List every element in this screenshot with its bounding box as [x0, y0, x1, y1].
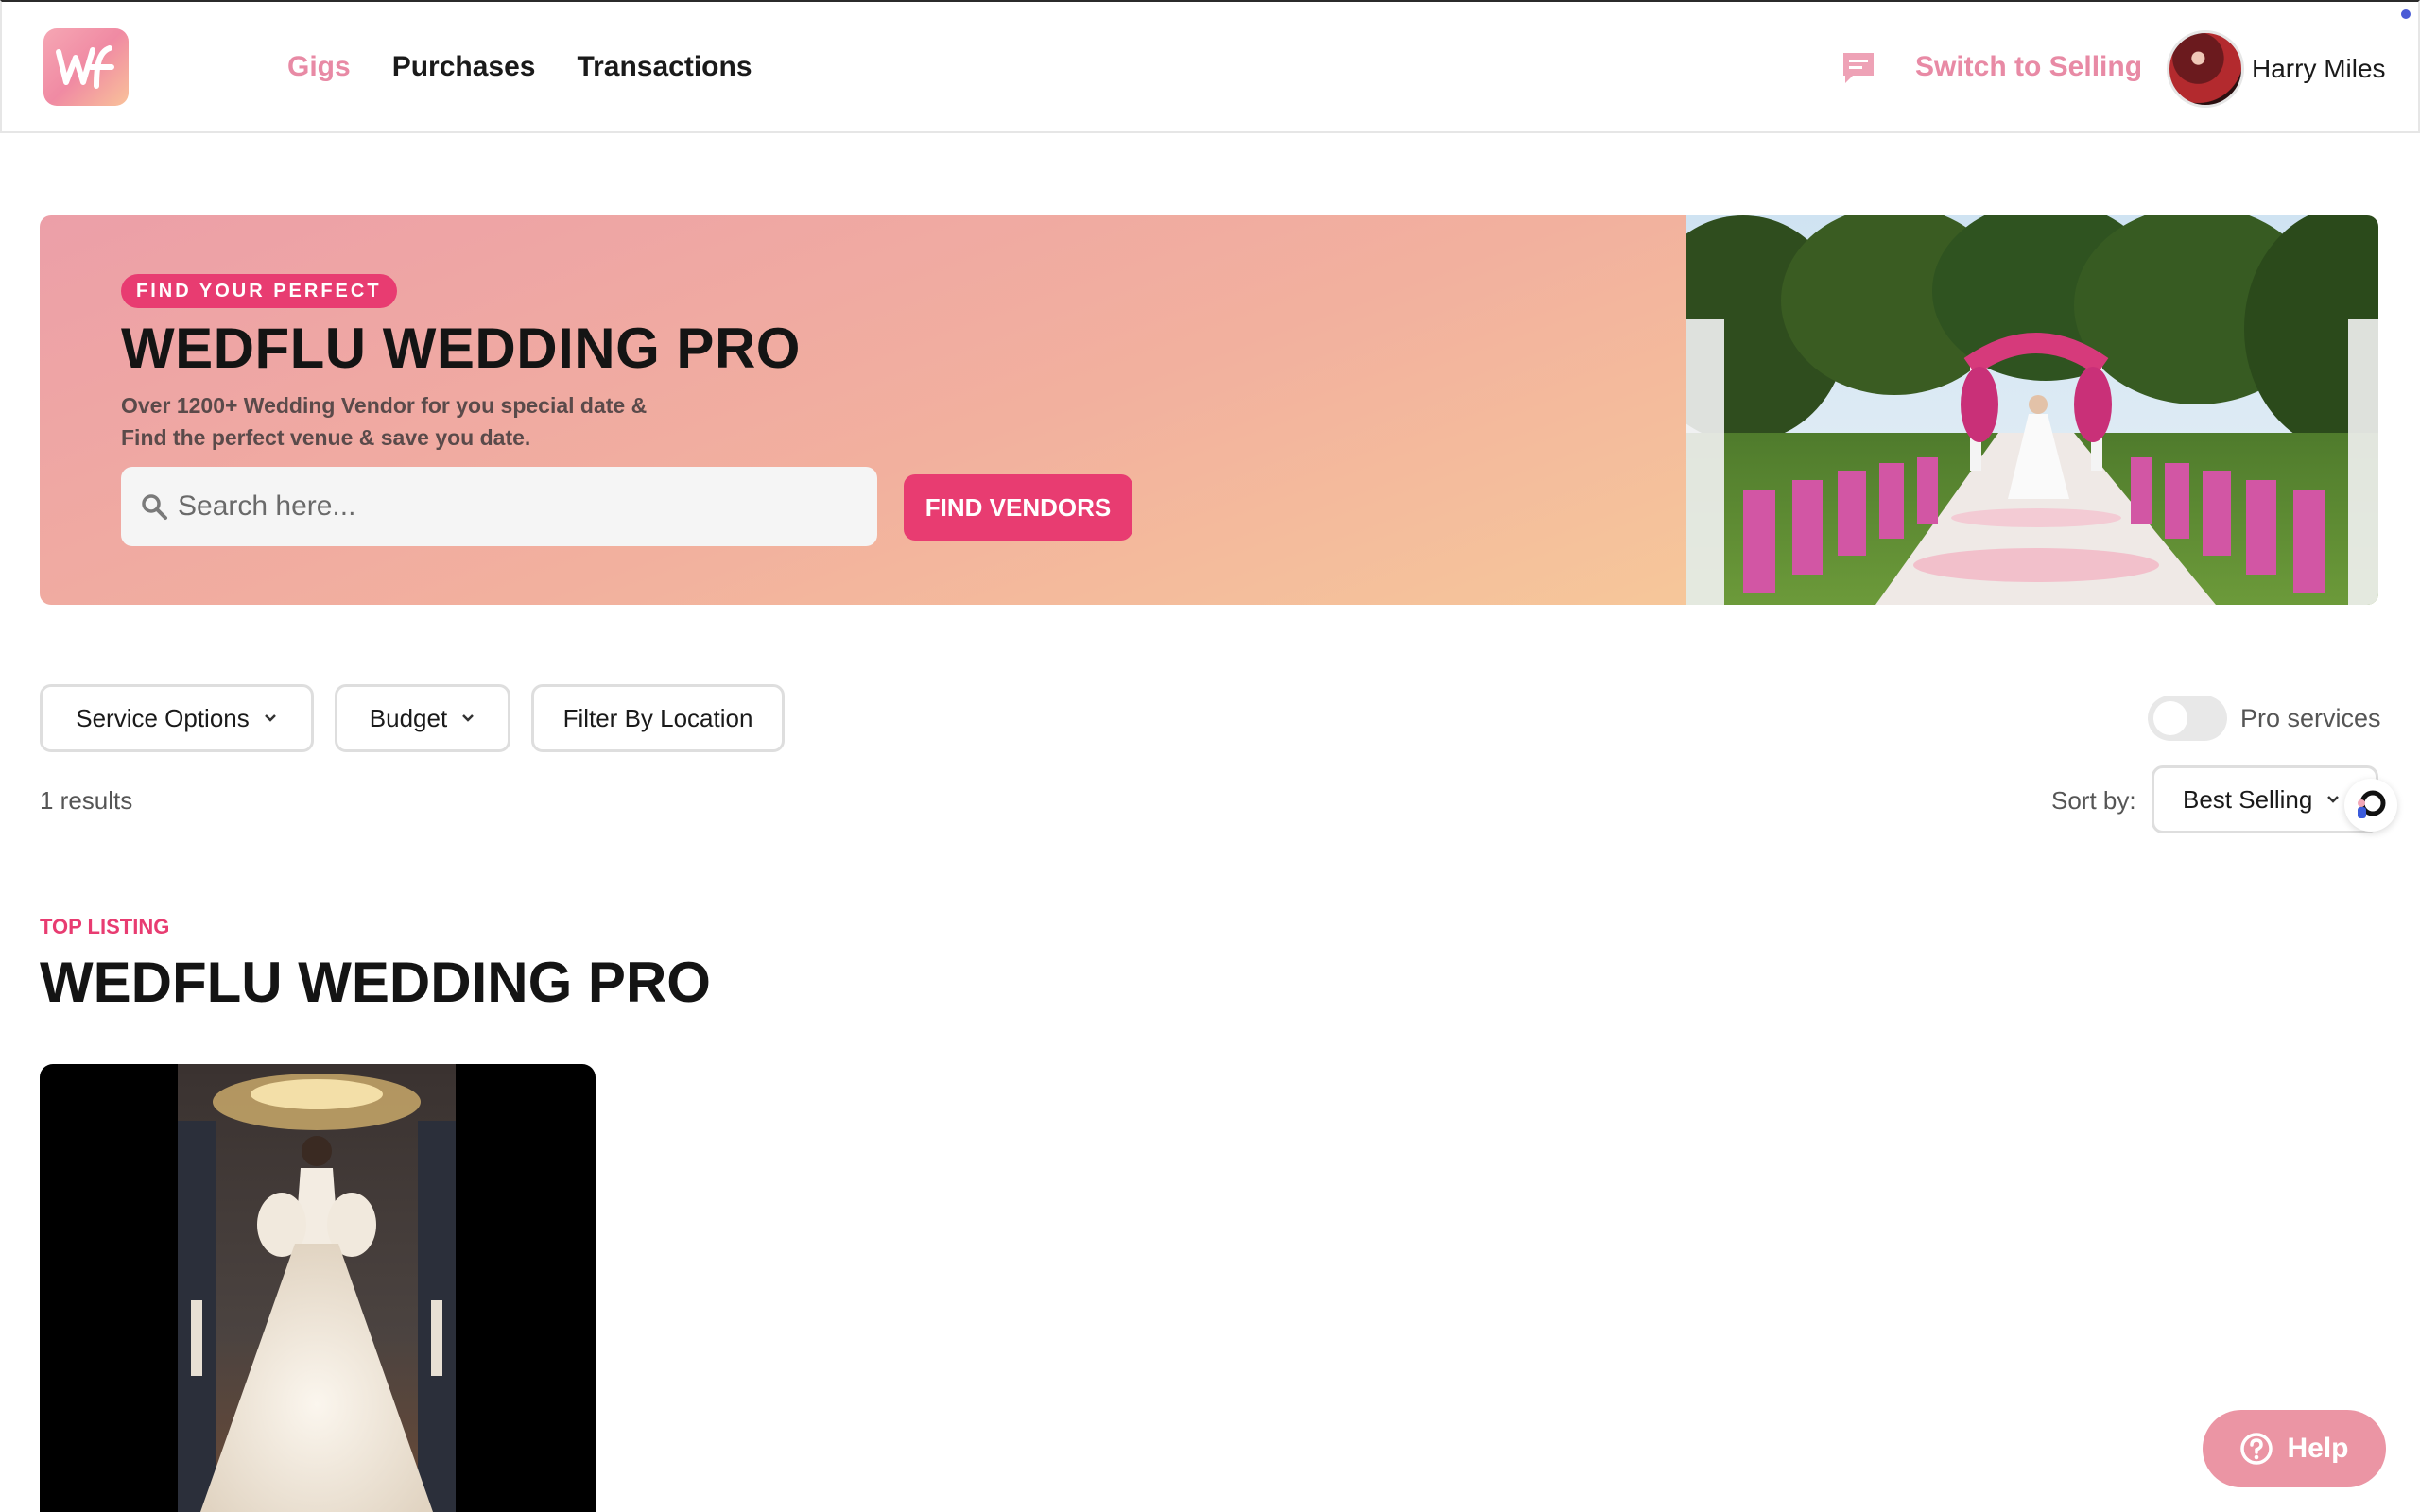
help-button[interactable]: Help: [2203, 1410, 2386, 1487]
hero-wedding-aisle-image: [1686, 215, 2378, 605]
pro-services-toggle[interactable]: [2148, 696, 2227, 741]
nav-purchases[interactable]: Purchases: [392, 51, 536, 83]
pro-services-label: Pro services: [2240, 704, 2381, 732]
help-icon: [2240, 1433, 2273, 1465]
notification-dot: [2401, 9, 2411, 19]
service-options-label: Service Options: [76, 703, 250, 732]
nav-transactions[interactable]: Transactions: [577, 51, 752, 83]
wf-logo-mark: [56, 45, 114, 89]
search-input[interactable]: [178, 490, 839, 523]
toggle-knob: [2153, 701, 2187, 735]
chat-icon[interactable]: [1840, 49, 1877, 87]
user-name[interactable]: Harry Miles: [2252, 54, 2386, 84]
sort-by-label: Sort by:: [2051, 786, 2136, 815]
nav-gigs[interactable]: Gigs: [287, 51, 351, 83]
chevron-down-icon: [2327, 796, 2340, 803]
service-options-dropdown[interactable]: Service Options: [40, 684, 314, 752]
wedding-dress-image: [178, 1064, 456, 1512]
listing-section-title: WEDFLU WEDDING PRO: [40, 951, 711, 1014]
hero-subtitle: Over 1200+ Wedding Vendor for you specia…: [121, 389, 647, 454]
top-navigation-bar: Gigs Purchases Transactions Switch to Se…: [0, 0, 2420, 133]
chevron-down-icon: [264, 714, 276, 722]
search-icon: [142, 494, 167, 520]
avatar[interactable]: [2167, 30, 2244, 108]
gig-card[interactable]: [40, 1064, 596, 1512]
hero-banner: FIND YOUR PERFECT WEDFLU WEDDING PRO Ove…: [40, 215, 2378, 605]
filter-by-location-button[interactable]: Filter By Location: [531, 684, 785, 752]
top-listing-label: TOP LISTING: [40, 915, 170, 938]
search-bar[interactable]: [121, 467, 877, 546]
hero-subtitle-line2: Find the perfect venue & save you date.: [121, 425, 531, 450]
budget-label: Budget: [369, 703, 448, 732]
results-count: 1 results: [40, 786, 133, 815]
main-nav: Gigs Purchases Transactions: [287, 51, 752, 83]
hero-title: WEDFLU WEDDING PRO: [121, 317, 801, 380]
support-agent-icon: [2358, 790, 2386, 818]
switch-to-selling-link[interactable]: Switch to Selling: [1915, 51, 2142, 83]
sort-value: Best Selling: [2183, 784, 2313, 814]
chevron-down-icon: [462, 714, 475, 722]
budget-dropdown[interactable]: Budget: [335, 684, 510, 752]
find-vendors-button[interactable]: FIND VENDORS: [904, 474, 1132, 541]
hero-badge: FIND YOUR PERFECT: [121, 274, 397, 308]
filter-by-location-label: Filter By Location: [562, 703, 753, 732]
help-label: Help: [2287, 1433, 2349, 1464]
hero-subtitle-line1: Over 1200+ Wedding Vendor for you specia…: [121, 393, 648, 418]
support-chat-bubble[interactable]: [2344, 779, 2397, 832]
wedflu-logo[interactable]: [43, 28, 129, 106]
